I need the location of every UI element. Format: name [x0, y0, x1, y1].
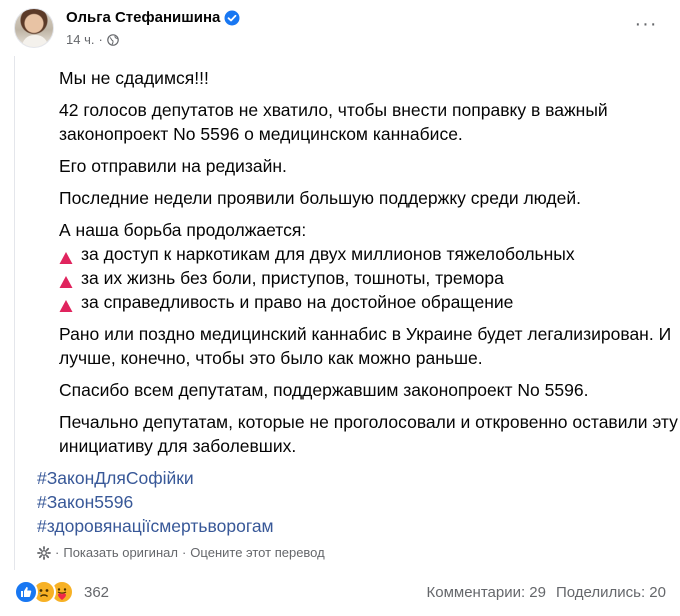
bullet-text: за их жизнь без боли, приступов, тошноты…: [81, 268, 504, 288]
bullet-item: за справедливость и право на достойное о…: [37, 290, 513, 314]
rate-translation-link[interactable]: Оцените этот перевод: [190, 545, 324, 560]
bullet-text: за доступ к наркотикам для двух миллионо…: [81, 244, 575, 264]
red-triangle-icon: [59, 271, 73, 288]
post-paragraph: А наша борьба продолжается:: [59, 220, 307, 240]
hashtag-link[interactable]: #ЗаконДляСофійки: [37, 466, 194, 490]
hashtag-link[interactable]: #здоровянаціїсмертьворогам: [37, 514, 274, 538]
post-timestamp[interactable]: 14 ч.: [66, 32, 94, 47]
translation-separator: ·: [181, 545, 187, 560]
author-avatar[interactable]: [14, 8, 54, 48]
reactions-summary[interactable]: 362: [14, 580, 109, 604]
translation-bar: · Показать оригинал · Оцените этот перев…: [37, 545, 325, 560]
show-original-link[interactable]: Показать оригинал: [63, 545, 178, 560]
hashtag-link[interactable]: #Закон5596: [37, 490, 133, 514]
like-icon: [14, 580, 38, 604]
verified-badge-icon: [224, 10, 240, 26]
author-row: Ольга Стефанишина: [66, 9, 240, 26]
engagement-counts: Комментарии: 29 Поделились: 20: [427, 584, 667, 601]
red-triangle-icon: [59, 247, 73, 264]
reaction-icons: [14, 580, 74, 604]
bullet-item: за доступ к наркотикам для двух миллионо…: [37, 242, 575, 266]
reaction-count: 362: [84, 583, 110, 601]
bullet-item: за их жизнь без боли, приступов, тошноты…: [37, 266, 504, 290]
comments-count[interactable]: Комментарии: 29: [427, 584, 547, 601]
post-paragraph: Спасибо всем депутатам, поддержавшим зак…: [59, 380, 589, 400]
red-triangle-icon: [59, 295, 73, 312]
post-body: Мы не сдадимся!!! 42 голосов депутатов н…: [14, 56, 678, 570]
translation-separator: ·: [55, 545, 60, 560]
globe-icon[interactable]: [107, 33, 119, 46]
meta-separator: ·: [98, 32, 103, 47]
author-name[interactable]: Ольга Стефанишина: [66, 9, 220, 26]
bullet-text: за справедливость и право на достойное о…: [81, 292, 514, 312]
post-paragraph: Последние недели проявили большую поддер…: [59, 188, 582, 208]
gear-icon[interactable]: [37, 545, 51, 560]
shares-count[interactable]: Поделились: 20: [556, 584, 666, 601]
post-paragraph: Его отправили на редизайн.: [59, 156, 287, 176]
post-footer: 362 Комментарии: 29 Поделились: 20: [14, 574, 666, 610]
post-paragraph: Рано или поздно медицинский каннабис в У…: [59, 324, 672, 368]
post-meta: 14 ч. ·: [66, 32, 119, 47]
post-paragraph: Мы не сдадимся!!!: [59, 68, 209, 88]
post-header: Ольга Стефанишина 14 ч. · ···: [14, 6, 666, 54]
post-paragraph: Печально депутатам, которые не проголосо…: [59, 412, 678, 456]
post-paragraph: 42 голосов депутатов не хватило, чтобы в…: [59, 100, 608, 144]
more-options-button[interactable]: ···: [628, 10, 664, 38]
